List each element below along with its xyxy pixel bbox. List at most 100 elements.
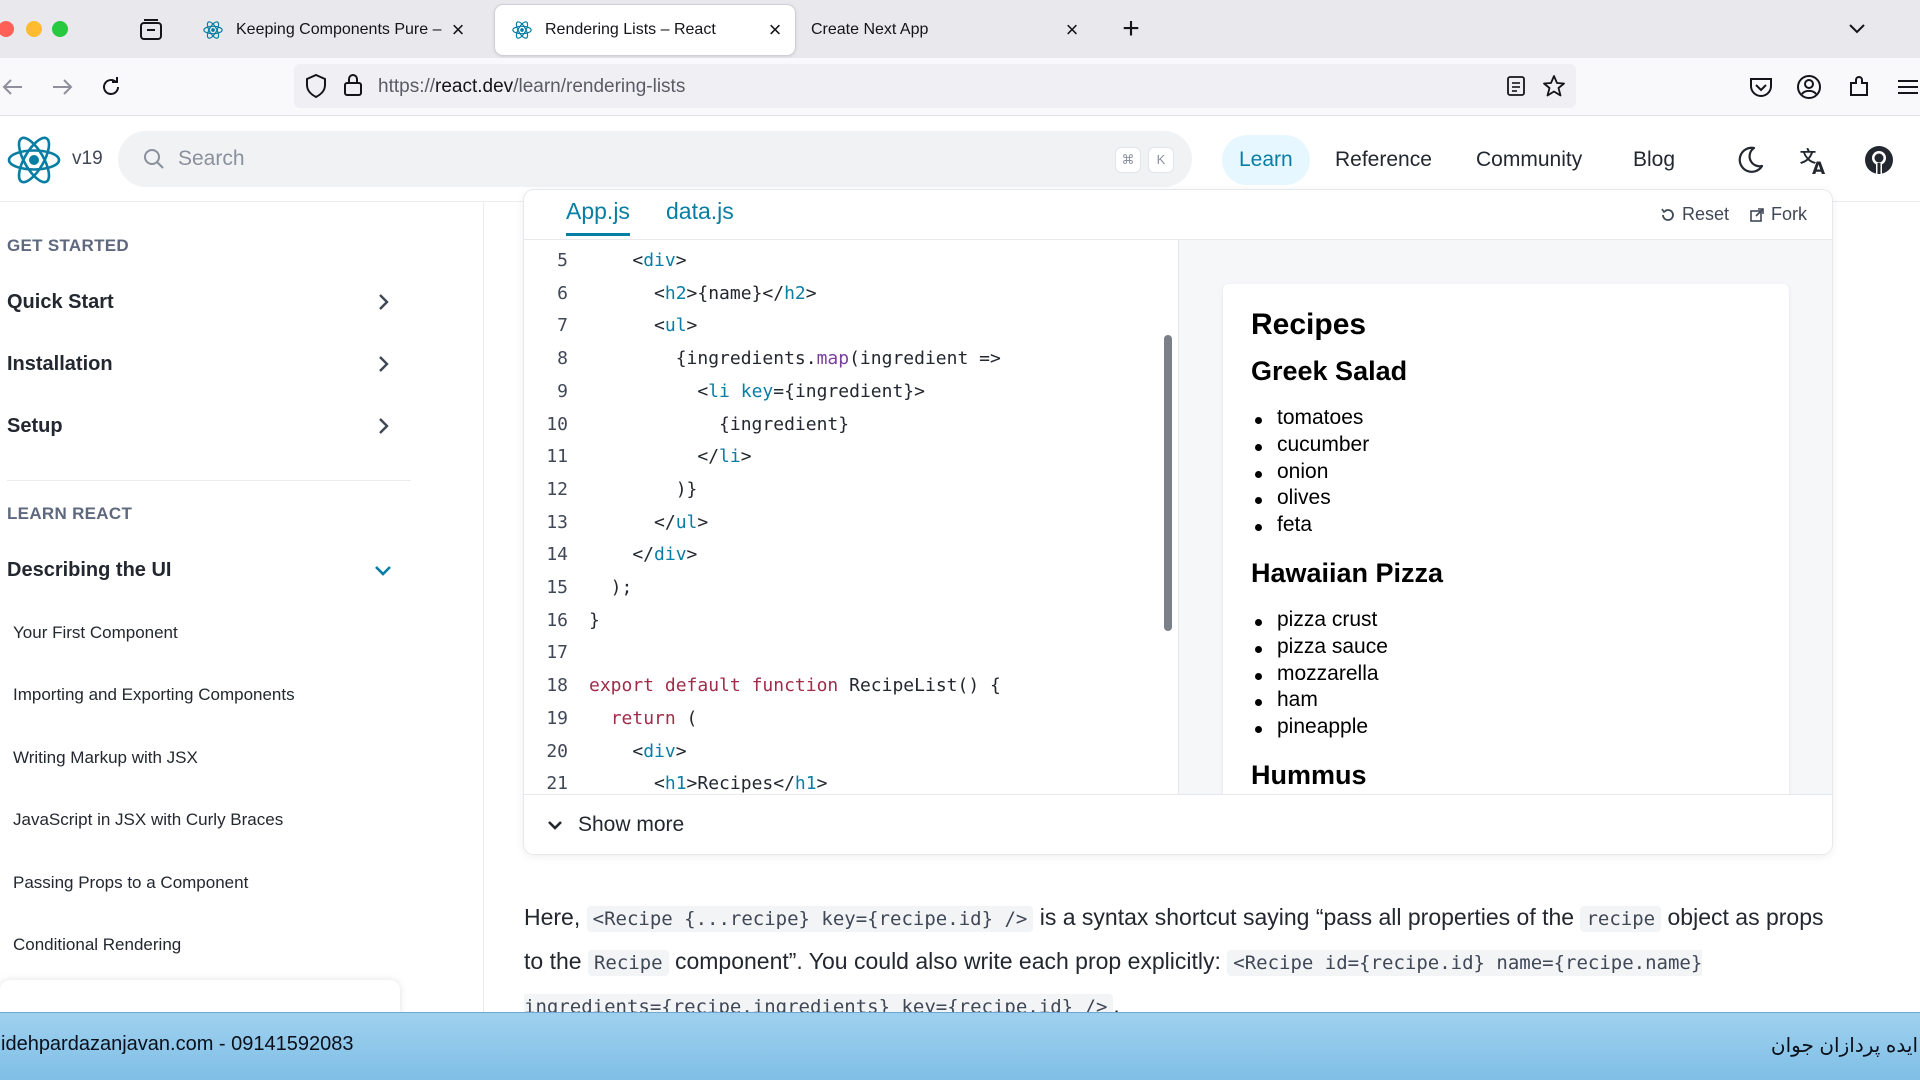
url-text[interactable]: https://react.dev/learn/rendering-lists — [378, 76, 685, 98]
sidebar-subitem-passing-props[interactable]: Passing Props to a Component — [13, 873, 248, 893]
minimize-window-button[interactable] — [26, 21, 42, 37]
fork-label: Fork — [1771, 204, 1807, 224]
url-bar[interactable]: https://react.dev/learn/rendering-lists — [294, 64, 1576, 108]
preview-ingredient-item: onion — [1254, 459, 1329, 483]
react-logo-icon[interactable] — [6, 134, 62, 186]
file-tab-data-js[interactable]: data.js — [666, 198, 734, 225]
inline-code: <Recipe {...recipe} key={recipe.id} /> — [586, 906, 1034, 932]
code-editor-scrollbar[interactable] — [1164, 335, 1172, 631]
preview-recipe-heading: Hummus — [1251, 760, 1367, 790]
line-number: 18 — [546, 675, 568, 697]
fork-button[interactable]: Fork — [1749, 204, 1807, 225]
back-arrow-icon[interactable] — [0, 73, 28, 101]
sidebar-item-quick-start[interactable]: Quick Start — [7, 282, 407, 322]
version-label[interactable]: v19 — [72, 148, 103, 170]
preview-recipe-heading: Hawaiian Pizza — [1251, 558, 1444, 588]
shield-icon[interactable] — [304, 73, 328, 99]
pocket-icon[interactable] — [1747, 73, 1775, 101]
github-icon[interactable] — [1863, 144, 1895, 176]
preview-recipe-heading: Greek Salad — [1251, 356, 1408, 386]
line-number: 10 — [546, 413, 568, 435]
prose-text: Here, — [524, 904, 587, 930]
sidebar-subitem-conditional-rendering[interactable]: Conditional Rendering — [13, 935, 181, 955]
line-number: 6 — [557, 282, 568, 304]
nav-community[interactable]: Community — [1459, 135, 1599, 185]
watermark-brand: ایده پردازان جوان — [1770, 1035, 1918, 1057]
react-favicon-icon — [203, 21, 223, 39]
inline-code: Recipe — [587, 950, 669, 976]
reload-icon[interactable] — [97, 73, 125, 101]
nav-blog[interactable]: Blog — [1616, 135, 1692, 185]
svg-text:A: A — [1812, 159, 1826, 176]
tab-overview-icon[interactable] — [139, 19, 163, 41]
dark-mode-moon-icon[interactable] — [1734, 144, 1766, 176]
chevron-down-icon — [548, 821, 562, 830]
tab-list-chevron-down-icon[interactable] — [1842, 14, 1872, 44]
sidebar-item-label: Setup — [7, 415, 63, 437]
browser-tab-bar: Keeping Components Pure – Re × Rendering… — [0, 0, 1920, 58]
line-number: 12 — [546, 478, 568, 500]
prose-paragraph: Here, <Recipe {...recipe} key={recipe.id… — [524, 896, 1834, 1028]
close-window-button[interactable] — [0, 21, 14, 37]
sidebar-subitem-your-first-component[interactable]: Your First Component — [13, 623, 178, 643]
sidebar-item-setup[interactable]: Setup — [7, 406, 407, 446]
sidebar-item-installation[interactable]: Installation — [7, 344, 407, 384]
sidebar: GET STARTED Quick Start Installation Set… — [0, 202, 484, 1012]
line-number: 17 — [546, 642, 568, 664]
code-editor[interactable]: 5 <div> 6 <h2>{name}</h2> 7 <ul> 8 {ingredi… — [524, 240, 1178, 794]
preview-output: Recipes Greek Salad tomatoes cucumber onion… — [1223, 284, 1789, 794]
lock-icon[interactable] — [342, 73, 364, 97]
prose-text: is a syntax shortcut saying “pass all pr… — [1033, 904, 1581, 930]
chevron-down-icon — [375, 566, 391, 576]
browser-tab-rendering-lists[interactable]: Rendering Lists – React × — [495, 5, 795, 55]
external-link-icon — [1750, 207, 1764, 222]
nav-reference[interactable]: Reference — [1318, 135, 1449, 185]
preview-ingredient-item: mozzarella — [1255, 661, 1379, 685]
chevron-right-icon — [379, 418, 389, 434]
code-text: </ul> — [589, 511, 709, 533]
file-tab-app-js[interactable]: App.js — [566, 198, 630, 236]
code-text: <div> — [589, 250, 687, 271]
show-more-button[interactable]: Show more — [546, 813, 684, 837]
reset-button[interactable]: Reset — [1660, 204, 1729, 225]
code-text: <div> — [589, 740, 687, 762]
translate-icon[interactable]: 文 A — [1798, 144, 1830, 176]
line-number: 7 — [557, 315, 568, 337]
browser-tab-create-next-app[interactable]: Create Next App × — [796, 5, 1092, 55]
line-number: 9 — [557, 380, 568, 402]
line-number: 11 — [546, 446, 568, 468]
sidebar-subitem-javascript-in-jsx[interactable]: JavaScript in JSX with Curly Braces — [13, 810, 283, 830]
line-number: 13 — [546, 511, 568, 533]
url-path: /learn/rendering-lists — [513, 76, 686, 97]
code-sandbox: App.js data.js Reset Fork 5 <div> 6 <h2>{… — [524, 190, 1832, 854]
tab-label: Rendering Lists – React — [545, 21, 716, 38]
chevron-right-icon — [379, 294, 389, 310]
nav-learn[interactable]: Learn — [1222, 135, 1310, 185]
menu-hamburger-icon[interactable] — [1894, 73, 1920, 101]
code-text: export default function RecipeList() { — [589, 675, 1001, 697]
tab-label: Keeping Components Pure – Re — [236, 21, 444, 38]
sidebar-feedback-card — [0, 980, 400, 1012]
preview-title: Recipes — [1251, 308, 1367, 341]
forward-arrow-icon[interactable] — [47, 73, 75, 101]
extensions-puzzle-icon[interactable] — [1845, 73, 1873, 101]
react-favicon-icon — [512, 21, 532, 39]
line-number: 20 — [546, 740, 568, 762]
new-tab-plus-icon[interactable]: + — [1116, 14, 1146, 44]
sidebar-item-describing-the-ui[interactable]: Describing the UI — [7, 550, 407, 590]
sidebar-subitem-writing-markup-jsx[interactable]: Writing Markup with JSX — [13, 748, 198, 768]
reset-icon — [1661, 208, 1674, 221]
reader-view-icon[interactable] — [1506, 75, 1526, 97]
zoom-window-button[interactable] — [52, 21, 68, 37]
close-tab-icon[interactable]: × — [444, 16, 472, 44]
code-text: </li> — [589, 446, 752, 468]
close-tab-icon[interactable]: × — [761, 16, 789, 44]
account-icon[interactable] — [1795, 73, 1823, 101]
sidebar-subitem-importing-exporting[interactable]: Importing and Exporting Components — [13, 685, 295, 705]
url-domain: react.dev — [435, 76, 514, 97]
close-tab-icon[interactable]: × — [1058, 16, 1086, 44]
browser-tab-keeping-components-pure[interactable]: Keeping Components Pure – Re × — [186, 5, 478, 55]
bookmark-star-icon[interactable] — [1542, 74, 1566, 98]
search-input[interactable]: Search ⌘ K — [118, 131, 1192, 187]
line-number: 14 — [546, 544, 568, 566]
